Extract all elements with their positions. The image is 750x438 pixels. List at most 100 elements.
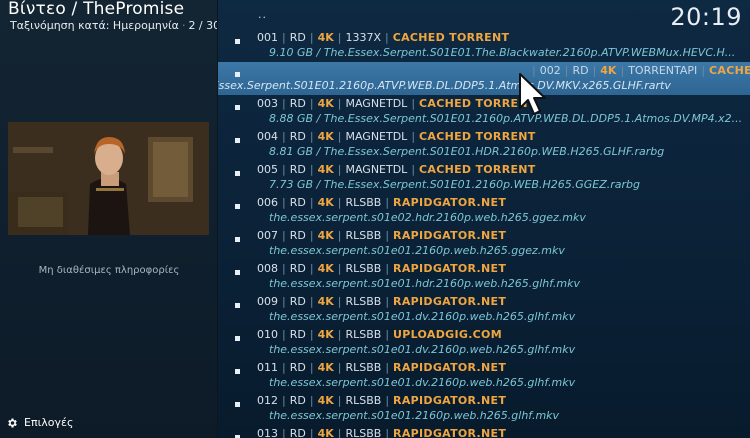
options-button[interactable]: Επιλογές (6, 416, 73, 429)
separator: | (282, 262, 286, 275)
list-item[interactable]: 007 | RD | 4K | RLSBB | RAPIDGATOR.NET the.essex.… (218, 227, 750, 260)
separator: | (385, 229, 390, 242)
list-item[interactable]: 003 | RD | 4K | MAGNETDL | CACHED TORRENT 8.88 GB… (218, 95, 750, 128)
separator: | (282, 97, 286, 110)
source-type: RAPIDGATOR.NET (393, 394, 507, 407)
list-item[interactable]: 011 | RD | 4K | RLSBB | RAPIDGATOR.NET the.essex.… (218, 359, 750, 392)
bullet-icon (235, 402, 240, 407)
source-meta: 004 | RD | 4K | MAGNETDL | CACHED TORRENT (257, 130, 536, 143)
separator: | (309, 427, 314, 438)
debrid-service: RD (289, 31, 306, 44)
separator: | (411, 130, 416, 143)
separator: | (337, 31, 342, 44)
source-type: RAPIDGATOR.NET (393, 295, 507, 308)
provider-name: RLSBB (345, 229, 382, 242)
source-meta: 005 | RD | 4K | MAGNETDL | CACHED TORRENT (257, 163, 536, 176)
list-item[interactable]: 009 | RD | 4K | RLSBB | RAPIDGATOR.NET the.essex.… (218, 293, 750, 326)
source-meta: 010 | RD | 4K | RLSBB | UPLOADGIG.COM (257, 328, 502, 341)
provider-name: RLSBB (345, 361, 382, 374)
source-filename: the.essex.serpent.s01e01.dv.2160p.web.h2… (269, 376, 576, 389)
list-item[interactable]: 006 | RD | 4K | RLSBB | RAPIDGATOR.NET the.essex.… (218, 194, 750, 227)
debrid-service: RD (289, 328, 306, 341)
item-number: 009 (257, 295, 278, 308)
source-meta: 008 | RD | 4K | RLSBB | RAPIDGATOR.NET (257, 262, 506, 275)
separator: | (309, 97, 314, 110)
list-item[interactable]: 012 | RD | 4K | RLSBB | RAPIDGATOR.NET the.essex.… (218, 392, 750, 425)
source-type: CACHED TORRENT (419, 163, 536, 176)
source-list[interactable]: .. 001 | RD | 4K | 1337X | CACHED TORRENT 9.10 GB… (218, 0, 750, 438)
source-meta: 011 | RD | 4K | RLSBB | RAPIDGATOR.NET (257, 361, 506, 374)
parent-folder-item[interactable]: .. (258, 8, 267, 21)
source-meta: 013 | RD | 4K | RLSBB | RAPIDGATOR.NET (257, 427, 506, 438)
list-item[interactable]: 008 | RD | 4K | RLSBB | RAPIDGATOR.NET the.essex.… (218, 260, 750, 293)
bullet-icon (235, 105, 240, 110)
poster-image (8, 122, 209, 235)
separator: | (309, 262, 314, 275)
options-label: Επιλογές (24, 416, 74, 429)
quality-badge: 4K (317, 361, 334, 374)
source-type: RAPIDGATOR.NET (393, 427, 507, 438)
item-number: 006 (257, 196, 278, 209)
list-item[interactable]: 001 | RD | 4K | 1337X | CACHED TORRENT 9.10 GB / … (218, 29, 750, 62)
provider-name: 1337X (345, 31, 381, 44)
separator: | (385, 427, 390, 438)
source-meta: 003 | RD | 4K | MAGNETDL | CACHED TORRENT (257, 97, 536, 110)
separator: | (337, 262, 342, 275)
list-item[interactable]: 010 | RD | 4K | RLSBB | UPLOADGIG.COM the.essex.s… (218, 326, 750, 359)
list-item[interactable]: 005 | RD | 4K | MAGNETDL | CACHED TORRENT 7.73 GB… (218, 161, 750, 194)
provider-name: RLSBB (345, 328, 382, 341)
separator: | (385, 262, 390, 275)
left-info-pane: Βίντεο / ThePromise Ταξινόμηση κατά: Ημε… (0, 0, 227, 438)
no-info-message: Μη διαθέσιμες πληροφορίες (38, 265, 180, 276)
source-filename: the.essex.serpent.s01e01.2160p.web.h265.… (269, 244, 565, 257)
separator: | (337, 163, 342, 176)
item-number: 004 (257, 130, 278, 143)
separator-dot: · (181, 19, 186, 32)
debrid-service: RD (289, 196, 306, 209)
separator: | (282, 130, 286, 143)
separator: | (309, 295, 314, 308)
quality-badge: 4K (317, 229, 334, 242)
quality-badge: 4K (317, 196, 334, 209)
separator: | (309, 163, 314, 176)
separator: | (282, 295, 286, 308)
quality-badge: 4K (317, 328, 334, 341)
source-type: RAPIDGATOR.NET (393, 229, 507, 242)
source-type: CACHED TORRENT (419, 130, 536, 143)
separator: | (282, 31, 286, 44)
quality-badge: 4K (317, 427, 334, 438)
separator: | (385, 394, 390, 407)
separator: | (282, 196, 286, 209)
quality-badge: 4K (317, 394, 334, 407)
item-number: 012 (257, 394, 278, 407)
separator: | (337, 130, 342, 143)
provider-name: RLSBB (345, 262, 382, 275)
provider-name: RLSBB (345, 295, 382, 308)
debrid-service: RD (572, 64, 589, 77)
bullet-icon (235, 171, 240, 176)
quality-badge: 4K (600, 64, 617, 77)
list-item[interactable]: 004 | RD | 4K | MAGNETDL | CACHED TORRENT 8.81 GB… (218, 128, 750, 161)
provider-name: MAGNETDL (345, 130, 408, 143)
list-item[interactable]: 013 | RD | 4K | RLSBB | RAPIDGATOR.NET (218, 425, 750, 438)
separator: | (620, 64, 625, 77)
source-type: RAPIDGATOR.NET (393, 262, 507, 275)
gear-icon (8, 418, 17, 427)
bullet-icon (235, 237, 240, 242)
separator: | (385, 31, 389, 44)
separator: | (337, 361, 342, 374)
source-type: RAPIDGATOR.NET (393, 361, 507, 374)
source-filename: the.essex.serpent.s01e01.hdr.2160p.web.h… (269, 277, 581, 290)
separator: | (309, 31, 314, 44)
separator: | (309, 361, 314, 374)
bullet-icon (235, 303, 240, 308)
separator: | (411, 97, 416, 110)
separator: | (282, 361, 286, 374)
separator: | (385, 328, 390, 341)
debrid-service: RD (289, 427, 306, 438)
source-meta: 012 | RD | 4K | RLSBB | RAPIDGATOR.NET (257, 394, 506, 407)
list-item-focused[interactable]: |002|RD|4K|TORRENTAPI|CACHED TORRENT 8.88… (218, 62, 750, 95)
debrid-service: RD (289, 97, 306, 110)
debrid-service: RD (289, 361, 306, 374)
source-filename: 7.73 GB / The.Essex.Serpent.S01E01.2160p… (269, 178, 641, 191)
